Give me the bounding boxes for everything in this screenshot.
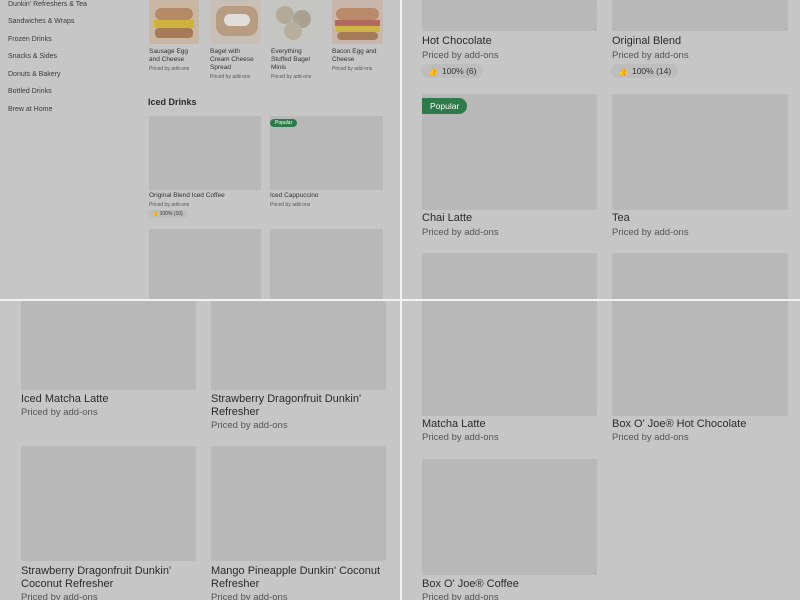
item-price: Priced by add-ons: [422, 592, 499, 600]
popular-badge: Popular: [270, 119, 298, 127]
popular-badge: Popular: [422, 98, 468, 114]
rating-badge: 👍 100% (6): [421, 64, 484, 78]
sandwich-image: [149, 0, 199, 44]
item-name-line: Refresher: [211, 406, 260, 418]
item-image: [612, 0, 788, 31]
item-name-line: Cheese: [332, 56, 355, 63]
item-name-line: Cream Cheese: [210, 56, 254, 63]
thumbs-up-icon: 👍: [428, 66, 438, 76]
item-image: [612, 301, 788, 416]
item-price: Priced by add-ons: [422, 432, 499, 443]
horizontal-divider: [0, 299, 800, 301]
sidebar-item-snacks[interactable]: Snacks & Sides: [8, 53, 57, 60]
item-name-line: Everything: [271, 48, 302, 55]
item-name-line: Stuffed Bagel: [271, 56, 310, 63]
bagel-minis-image: [271, 0, 322, 44]
sidebar-item-refreshers[interactable]: Dunkin' Refreshers & Tea: [8, 1, 87, 8]
item-image[interactable]: [149, 229, 261, 299]
item-name-line: Strawberry Dragonfruit Dunkin': [21, 565, 172, 577]
item-name-line: Minis: [271, 64, 287, 71]
item-name: Tea: [612, 212, 630, 224]
item-name-line: Bacon Egg and: [332, 48, 377, 55]
item-price: Priced by add-ons: [612, 432, 689, 443]
bacon-sandwich-image: [332, 0, 383, 44]
item-image: [422, 459, 597, 575]
rating-badge: 👍 100% (10): [148, 210, 187, 218]
iced-drinks-grid: Iced Matcha Latte Priced by add-ons Stra…: [0, 301, 400, 600]
sidebar-item-bottled[interactable]: Bottled Drinks: [8, 88, 52, 95]
thumbs-up-icon: 👍: [618, 66, 628, 76]
item-price: Priced by add-ons: [21, 407, 98, 418]
rating-value: 100% (6): [441, 66, 477, 76]
item-name: Box O' Joe® Hot Chocolate: [612, 418, 747, 430]
item-name: Hot Chocolate: [422, 35, 492, 47]
item-price: Priced by add-ons: [211, 420, 288, 431]
sidebar-item-sandwiches[interactable]: Sandwiches & Wraps: [8, 18, 74, 25]
item-name: Original Blend: [612, 35, 682, 47]
item-name: Chai Latte: [422, 212, 473, 224]
item-image: [422, 0, 597, 31]
item-price: Priced by add-ons: [210, 74, 251, 80]
hot-drinks-grid: Hot Chocolate Priced by add-ons 👍 100% (…: [402, 0, 800, 299]
menu-view-small: Dunkin' Refreshers & Tea Sandwiches & Wr…: [0, 0, 400, 299]
hot-drinks-more-grid: Matcha Latte Priced by add-ons Box O' Jo…: [402, 301, 800, 600]
item-name-line: Sausage Egg: [149, 48, 189, 55]
item-name: Original Blend Iced Coffee: [149, 192, 225, 199]
item-image: [422, 301, 597, 416]
item-price: Priced by add-ons: [612, 50, 689, 61]
item-name-line: Bagel with: [210, 48, 240, 55]
rating-value: 100% (14): [631, 66, 672, 76]
item-price: Priced by add-ons: [21, 592, 98, 600]
item-image: [612, 94, 788, 210]
item-name: Iced Cappuccino: [270, 192, 319, 199]
item-name: Matcha Latte: [422, 418, 486, 430]
item-name-line: Refresher: [211, 578, 260, 590]
item-price: Priced by add-ons: [332, 66, 373, 72]
item-price: Priced by add-ons: [270, 202, 311, 208]
item-name-line: Spread: [210, 64, 231, 71]
item-price: Priced by add-ons: [211, 592, 288, 600]
item-price: Priced by add-ons: [422, 50, 499, 61]
item-name-line: and Cheese: [149, 56, 185, 63]
thumbs-up-icon: 👍: [152, 211, 159, 217]
item-image[interactable]: [422, 253, 597, 299]
item-image: [211, 301, 386, 390]
item-price: Priced by add-ons: [271, 74, 312, 80]
item-image[interactable]: [270, 229, 383, 299]
item-price: Priced by add-ons: [422, 227, 499, 238]
bagel-image: [210, 0, 261, 44]
item-name-line: Coconut Refresher: [21, 578, 114, 590]
sidebar-item-brew[interactable]: Brew at Home: [8, 106, 52, 113]
item-name-line: Strawberry Dragonfruit Dunkin': [211, 393, 362, 405]
item-image: [21, 301, 196, 390]
item-price: Priced by add-ons: [149, 66, 190, 72]
item-price: Priced by add-ons: [149, 202, 190, 208]
item-image: [21, 446, 196, 561]
item-image[interactable]: [612, 253, 788, 299]
rating-badge: 👍 100% (14): [611, 64, 679, 78]
section-title: Iced Drinks: [148, 97, 197, 107]
item-name-line: Mango Pineapple Dunkin' Coconut: [211, 565, 381, 577]
item-image: [211, 446, 386, 561]
sidebar-item-donuts[interactable]: Donuts & Bakery: [8, 71, 61, 78]
item-price: Priced by add-ons: [612, 227, 689, 238]
item-name: Iced Matcha Latte: [21, 393, 109, 405]
item-name: Box O' Joe® Coffee: [422, 578, 519, 590]
item-image: [149, 116, 261, 190]
item-image: [270, 116, 383, 190]
sidebar-item-frozen[interactable]: Frozen Drinks: [8, 36, 52, 43]
rating-value: 100% (10): [159, 211, 183, 217]
